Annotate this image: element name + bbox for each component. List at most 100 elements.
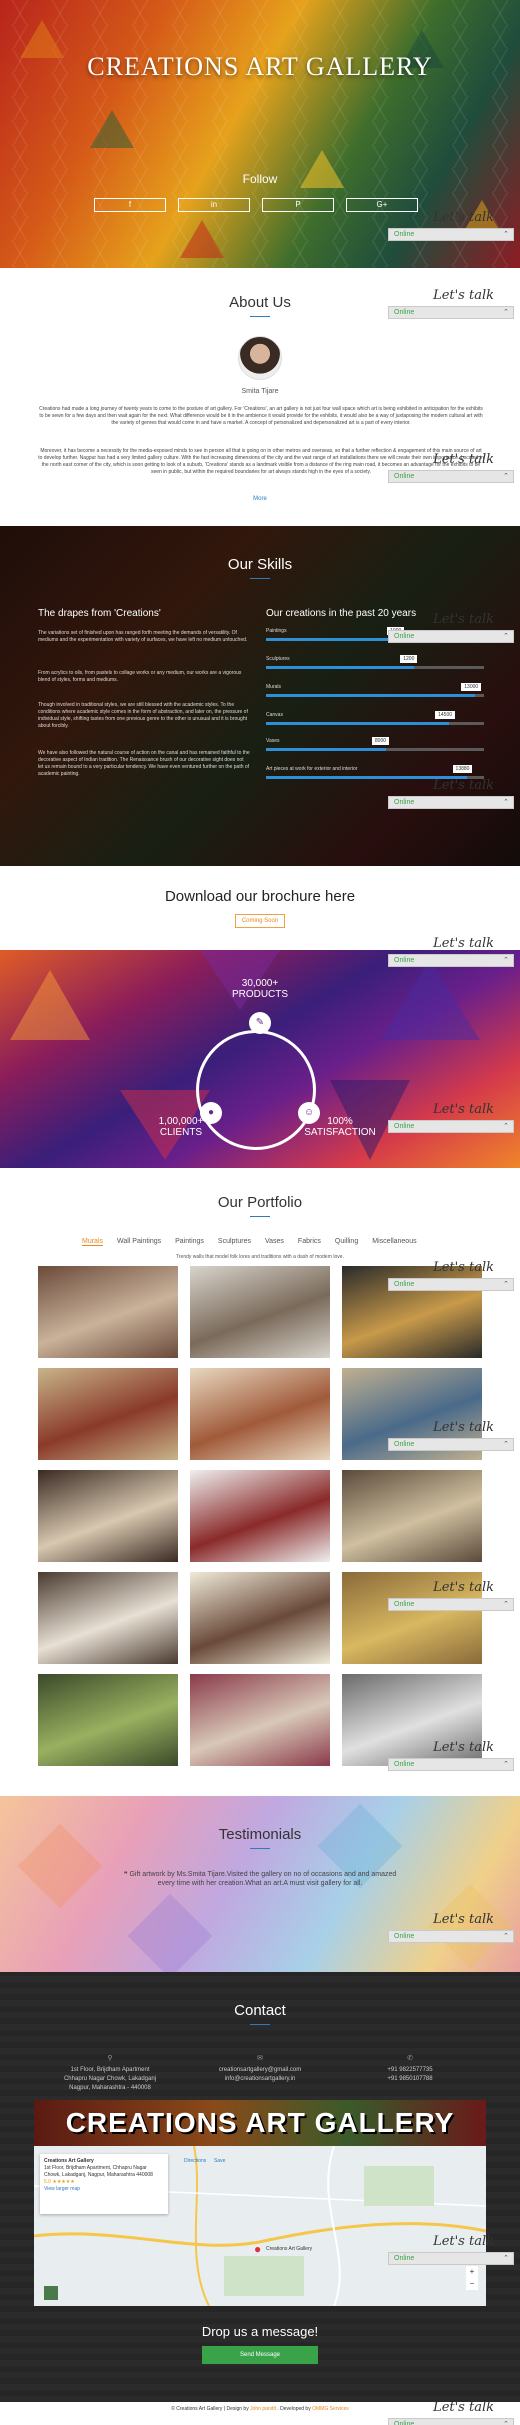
chevron-up-icon[interactable]: ⌃ (503, 1121, 509, 1132)
lets-talk-widget[interactable]: Let's talk Online ⌃ (388, 936, 514, 967)
testimonials-heading: Testimonials (218, 1826, 302, 1843)
owner-name: Smita Tijare (241, 388, 279, 395)
lets-talk-widget[interactable]: Let's talk Online ⌃ (388, 210, 514, 241)
chat-status-bar[interactable]: Online ⌃ (388, 630, 514, 643)
pinterest-button[interactable]: P (262, 198, 334, 212)
tab-paintings[interactable]: Paintings (175, 1238, 204, 1246)
chevron-up-icon[interactable]: ⌃ (503, 1279, 509, 1290)
chevron-up-icon[interactable]: ⌃ (503, 229, 509, 240)
portfolio-image[interactable] (190, 1674, 330, 1766)
drapes-heading: The drapes from 'Creations' (38, 608, 161, 619)
chat-status-bar[interactable]: Online ⌃ (388, 1758, 514, 1771)
heading-underline (250, 1216, 270, 1217)
chat-status-bar[interactable]: Online ⌃ (388, 306, 514, 319)
chat-status-bar[interactable]: Online ⌃ (388, 470, 514, 483)
chat-status-bar[interactable]: Online ⌃ (388, 2418, 514, 2425)
lets-talk-widget[interactable]: Let's talk Online ⌃ (388, 2400, 514, 2425)
portfolio-image[interactable] (38, 1368, 178, 1460)
lets-talk-widget[interactable]: Let's talk Online ⌃ (388, 1580, 514, 1611)
chat-status-bar[interactable]: Online ⌃ (388, 2252, 514, 2265)
chevron-up-icon[interactable]: ⌃ (503, 307, 509, 318)
chat-status: Online (394, 231, 415, 238)
testimonials-section: Testimonials ❝ Gift artwork by Ms.Smita … (0, 1796, 520, 1972)
chevron-up-icon[interactable]: ⌃ (503, 797, 509, 808)
lets-talk-widget[interactable]: Let's talk Online ⌃ (388, 1912, 514, 1943)
lets-talk-widget[interactable]: Let's talk Online ⌃ (388, 1102, 514, 1133)
skill-bar-value: 1200 (400, 655, 418, 663)
facebook-button[interactable]: f (94, 198, 166, 212)
satellite-toggle[interactable] (44, 2286, 58, 2300)
chat-status-bar[interactable]: Online ⌃ (388, 954, 514, 967)
more-link[interactable]: More (0, 496, 520, 502)
linkedin-button[interactable]: in (178, 198, 250, 212)
portfolio-image[interactable] (190, 1572, 330, 1664)
portfolio-image[interactable] (190, 1266, 330, 1358)
email-link[interactable]: info@creationsartgallery.in (190, 2075, 330, 2084)
chevron-up-icon[interactable]: ⌃ (503, 2253, 509, 2264)
portfolio-image[interactable] (38, 1470, 178, 1562)
skill-bar-value: 14500 (435, 711, 456, 719)
designer-link[interactable]: John pandit (250, 2406, 276, 2412)
chevron-up-icon[interactable]: ⌃ (503, 1931, 509, 1942)
tab-quilling[interactable]: Quilling (335, 1238, 358, 1246)
tab-vases[interactable]: Vases (265, 1238, 284, 1246)
lets-talk-widget[interactable]: Let's talk Online ⌃ (388, 452, 514, 483)
portfolio-image[interactable] (38, 1266, 178, 1358)
address-line: 1st Floor, Brijdham Apartment (70, 2067, 150, 2073)
developer-link[interactable]: OMMG Services (312, 2406, 349, 2412)
chat-status-bar[interactable]: Online ⌃ (388, 1438, 514, 1451)
heading-underline (250, 2024, 270, 2025)
phone-icon: ✆ (407, 2055, 413, 2062)
chat-status-bar[interactable]: Online ⌃ (388, 796, 514, 809)
portfolio-image[interactable] (190, 1470, 330, 1562)
phone-link[interactable]: +91 9850107788 (340, 2075, 480, 2084)
send-message-button[interactable]: Send Message (202, 2346, 318, 2364)
stat-label: PRODUCTS (231, 989, 289, 1000)
coming-soon-button[interactable]: Coming Soon (235, 914, 285, 928)
tab-miscellaneous[interactable]: Miscellaneous (372, 1238, 416, 1246)
chevron-up-icon[interactable]: ⌃ (503, 955, 509, 966)
lets-talk-widget[interactable]: Let's talk Online ⌃ (388, 2234, 514, 2265)
lets-talk-widget[interactable]: Let's talk Online ⌃ (388, 1420, 514, 1451)
contact-section: Contact ⚲ 1st Floor, Brijdham Apartment … (0, 1972, 520, 2402)
gallery-banner-image: CREATIONS ART GALLERY (34, 2100, 486, 2146)
lets-talk-widget[interactable]: Let's talk Online ⌃ (388, 778, 514, 809)
portfolio-image[interactable] (190, 1368, 330, 1460)
view-larger-map-link[interactable]: View larger map (44, 2186, 164, 2193)
skill-bar-fill (266, 666, 415, 669)
chevron-up-icon[interactable]: ⌃ (503, 631, 509, 642)
lets-talk-label: Let's talk (433, 778, 494, 793)
lets-talk-widget[interactable]: Let's talk Online ⌃ (388, 1260, 514, 1291)
tab-murals[interactable]: Murals (82, 1238, 104, 1246)
save-link[interactable]: Save (214, 2158, 225, 2164)
lets-talk-widget[interactable]: Let's talk Online ⌃ (388, 288, 514, 319)
zoom-controls[interactable]: + − (466, 2266, 478, 2290)
chevron-up-icon[interactable]: ⌃ (503, 471, 509, 482)
chevron-up-icon[interactable]: ⌃ (503, 1599, 509, 1610)
lets-talk-label: Let's talk (433, 1740, 494, 1755)
chat-status: Online (394, 1601, 415, 1608)
lets-talk-widget[interactable]: Let's talk Online ⌃ (388, 612, 514, 643)
directions-link[interactable]: Directions (184, 2158, 206, 2164)
phone-link[interactable]: +91 9822577735 (340, 2066, 480, 2075)
chevron-up-icon[interactable]: ⌃ (503, 1759, 509, 1770)
tab-wall-paintings[interactable]: Wall Paintings (117, 1238, 161, 1246)
portfolio-image[interactable] (38, 1572, 178, 1664)
chat-status-bar[interactable]: Online ⌃ (388, 1930, 514, 1943)
chevron-up-icon[interactable]: ⌃ (503, 2419, 509, 2425)
portfolio-image[interactable] (38, 1674, 178, 1766)
email-link[interactable]: creationsartgallery@gmail.com (190, 2066, 330, 2075)
location-map[interactable]: Creations Art Gallery 1st Floor, Brijdha… (34, 2146, 486, 2306)
chat-status-bar[interactable]: Online ⌃ (388, 1598, 514, 1611)
chevron-up-icon[interactable]: ⌃ (503, 1439, 509, 1450)
lets-talk-label: Let's talk (433, 288, 494, 303)
lets-talk-widget[interactable]: Let's talk Online ⌃ (388, 1740, 514, 1771)
tab-fabrics[interactable]: Fabrics (298, 1238, 321, 1246)
chat-status-bar[interactable]: Online ⌃ (388, 1120, 514, 1133)
portfolio-image[interactable] (342, 1470, 482, 1562)
footer-copyright: © Creations Art Gallery | Design by (171, 2406, 251, 2412)
chat-status-bar[interactable]: Online ⌃ (388, 1278, 514, 1291)
tab-sculptures[interactable]: Sculptures (218, 1238, 251, 1246)
google-plus-button[interactable]: G+ (346, 198, 418, 212)
chat-status-bar[interactable]: Online ⌃ (388, 228, 514, 241)
